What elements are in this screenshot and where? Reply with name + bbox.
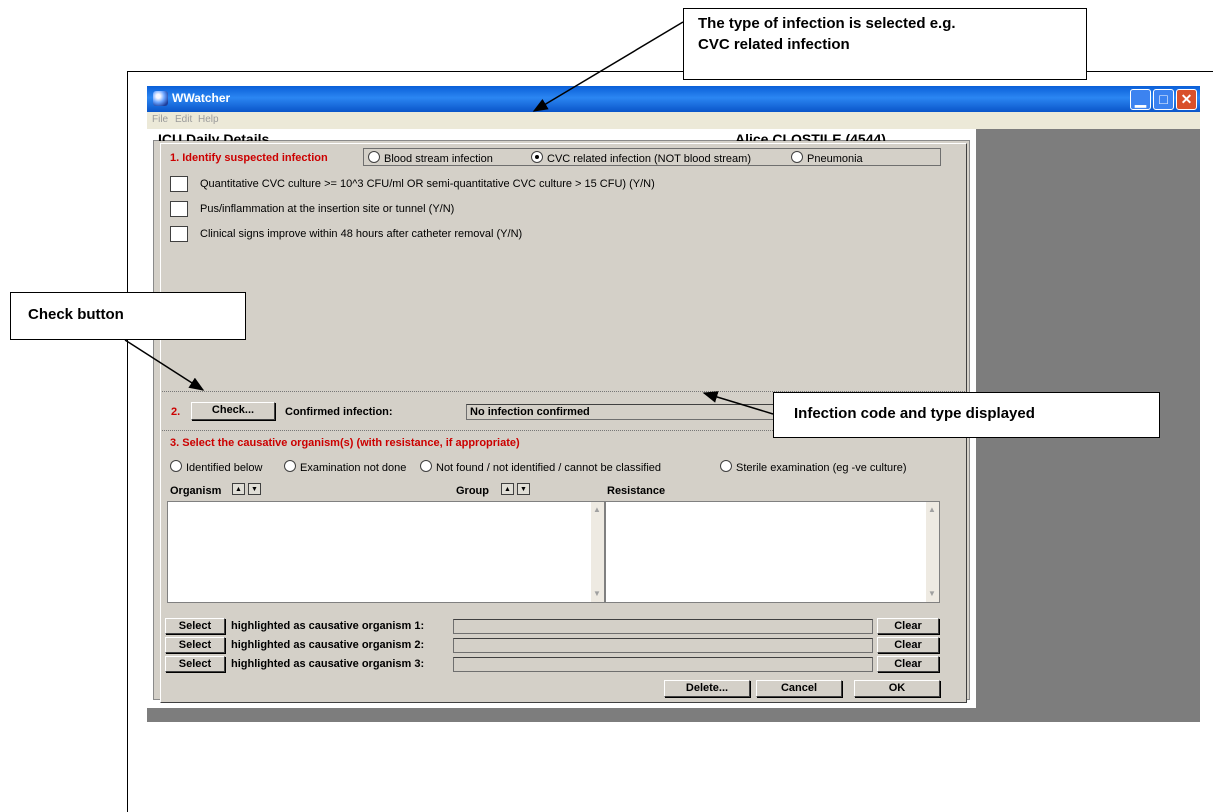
annotation-arrows bbox=[124, 21, 774, 415]
arrow-to-check bbox=[124, 339, 205, 391]
arrow-to-code bbox=[702, 391, 774, 415]
arrow-to-title bbox=[532, 21, 684, 112]
